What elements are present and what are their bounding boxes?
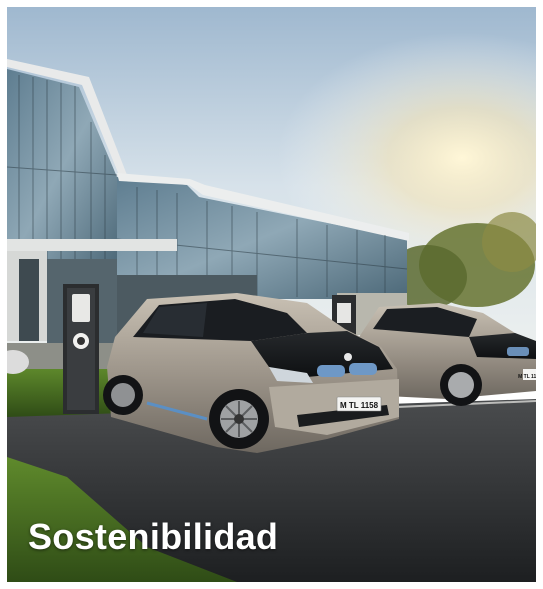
charging-station (63, 284, 99, 414)
ev-charging-scene: M TL 1158 M TL 1158 (7, 7, 536, 582)
caption-title: Sostenibilidad (28, 516, 279, 557)
front-plate: M TL 1158 (340, 401, 379, 410)
hero-photo: M TL 1158 M TL 1158 (7, 7, 536, 582)
rear-plate: M TL 1158 (518, 374, 536, 380)
